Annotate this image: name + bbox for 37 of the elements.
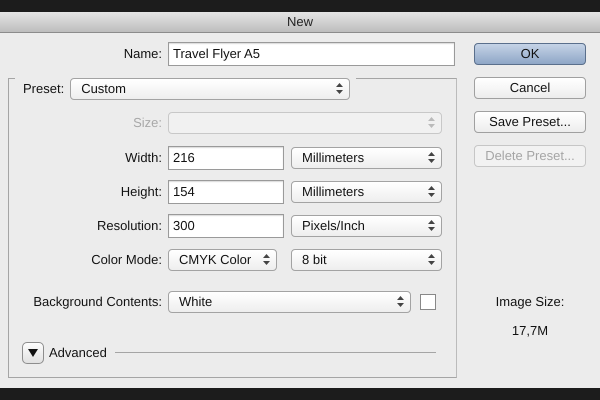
unit-select[interactable]: Pixels/Inch (291, 214, 442, 237)
field-label: Height: (120, 183, 162, 201)
field-label: Background Contents: (32, 293, 162, 311)
image-size-value: 17,7M (512, 322, 548, 340)
updown-icon (263, 254, 270, 266)
field-label: Preset: (23, 80, 64, 98)
number-field[interactable]: 154 (168, 180, 284, 204)
field-label: Color Mode: (90, 251, 162, 269)
image-size-label: Image Size: (496, 293, 564, 311)
updown-icon (336, 83, 344, 94)
number-field[interactable]: 300 (168, 214, 284, 238)
dialog-button[interactable]: OK (474, 43, 586, 65)
updown-icon (428, 186, 435, 198)
preset-select[interactable]: Custom (70, 78, 350, 100)
field-label: Name: (122, 45, 162, 64)
unit-select[interactable]: Millimeters (291, 180, 442, 203)
updown-icon (428, 152, 435, 164)
depth-select[interactable]: 8 bit (291, 248, 442, 271)
unit-select[interactable]: Millimeters (291, 146, 442, 169)
number-field[interactable]: 216 (168, 146, 284, 170)
updown-icon (397, 296, 404, 308)
window-title: New (286, 13, 313, 32)
dialog-button[interactable]: Save Preset... (474, 111, 586, 133)
mode-select[interactable]: CMYK Color (168, 248, 277, 271)
background-select[interactable]: White (168, 290, 411, 313)
field-label: Width: (124, 149, 162, 167)
color-swatch[interactable] (420, 294, 436, 310)
field-label: Size: (132, 114, 162, 132)
updown-icon (428, 254, 435, 266)
field-label: Resolution: (96, 217, 162, 235)
dialog-button[interactable]: Cancel (474, 77, 586, 99)
updown-icon (428, 117, 435, 128)
updown-icon (428, 220, 435, 232)
section-label: Advanced (49, 344, 107, 362)
name-field[interactable]: Travel Flyer A5 (168, 42, 455, 66)
disclosure-button[interactable] (22, 342, 44, 364)
triangle-icon (28, 348, 38, 357)
